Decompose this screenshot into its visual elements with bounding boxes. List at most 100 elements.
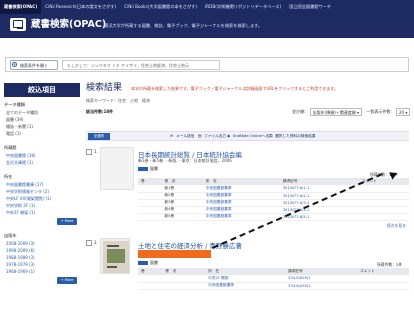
cell [138, 199, 162, 207]
cell [138, 282, 163, 290]
cell: 新5巻 [161, 213, 203, 221]
record-number: 1. [94, 149, 98, 154]
record-number: 2. [94, 240, 98, 245]
record-type: 図書 [150, 260, 158, 265]
sort-select[interactable]: 出版年(降順)＋関連度順 ▾ [309, 108, 363, 116]
page-title: 蔵書検索(OPAC) [31, 19, 107, 30]
filter-item[interactable]: 図書 (39) [4, 116, 80, 123]
open-conditions-button[interactable]: 検索条件を開く [10, 60, 58, 70]
cell [356, 282, 409, 290]
file-export-link[interactable]: ファイル出力 [204, 134, 226, 139]
filter-item[interactable]: 1988-1989 (3) [4, 254, 80, 261]
book-cover-art [103, 241, 129, 273]
location-link[interactable]: 中央図書館書庫 [202, 185, 280, 193]
result-toolbar: 全選択 ✉ メール送信 ▤ ファイル出力 ◉ EndNote Onlineへ出力… [86, 131, 409, 141]
filter-section-title: 所在 [4, 174, 13, 179]
table-row: 新3巻 中央図書館書庫 351/N77-6/3-1 [138, 199, 409, 207]
filter-item[interactable]: 中央LF XX(開架閲覧) (1) [4, 195, 80, 202]
sort-controls: 並び順: 出版年(降順)＋関連度順 ▾ 一覧表示件数: 20 ▾ [292, 108, 413, 116]
filter-header: 絞込項目 [4, 83, 80, 97]
location-link[interactable]: 中央2F 開架 [205, 275, 286, 283]
filter-item[interactable]: 中央図書館書庫 (17) [4, 181, 80, 188]
cell [162, 275, 206, 283]
cell [358, 213, 409, 221]
tab-ndl-search[interactable]: 国立国会図書館サーチ [285, 0, 335, 14]
filter-item[interactable]: 全てのデータ種別 [4, 109, 80, 116]
cell [358, 185, 409, 193]
location-link[interactable]: 中央図書館書庫 [205, 282, 286, 290]
book-cover-image [100, 238, 130, 274]
table-row: 中央図書館書庫 334.6/A55/1 [138, 282, 409, 290]
call-number: 351/N77-6/2-1 [279, 192, 359, 200]
per-page-select[interactable]: 20 ▾ [395, 108, 411, 116]
table-row: 新4巻 中央図書館書庫 351/N77-6/4-1 [138, 206, 409, 214]
filter-section-title: データ種類 [4, 102, 25, 107]
location-link[interactable]: 中央図書館書庫 [202, 213, 280, 221]
filter-item[interactable]: 1968-1969 (1) [4, 268, 80, 275]
record-type: 図書 [150, 166, 158, 171]
tab-opac[interactable]: 蔵書検索(OPAC) [0, 0, 42, 14]
filter-item[interactable]: 電話 (1) [4, 130, 80, 137]
filter-item[interactable]: 中央学術 2F (1) [4, 202, 80, 209]
col-header: 巻 [138, 178, 162, 185]
col-header: 請求記号 [285, 268, 357, 275]
col-header: 巻 [138, 268, 163, 275]
sort-label: 並び順: [292, 109, 306, 114]
table-header-row: 巻 巻 次 所 在 請求記号 コメント [138, 268, 409, 275]
cell [356, 275, 409, 283]
plus-icon: + [12, 62, 17, 67]
tab-irdb[interactable]: IRDB(学術機関リポジトリデータベース) [201, 0, 285, 14]
filter-item[interactable]: 1998-2009 (6) [4, 247, 80, 254]
tab-cinii-research[interactable]: CiNii Research(日本の論文をさがす) [41, 0, 120, 14]
endnote-icon: ◉ [227, 134, 231, 138]
book-type-icon [138, 167, 148, 171]
filter-item[interactable]: 中央図書館 (18) [4, 152, 80, 159]
opac-logo-icon [10, 18, 26, 31]
search-bar: 検索条件を開く + もしかして：ジュウタク トチ ケイザイ，住宅土地経済，住宅土… [5, 57, 409, 72]
call-number: 334.6/A55/1 [285, 275, 357, 283]
tab-cinii-books[interactable]: CiNii Books(大学図書館の本をさがす) [120, 0, 201, 14]
cell: 新3巻 [161, 199, 203, 207]
see-more-link[interactable]: 続きを見る [387, 223, 406, 229]
col-header: 所 在 [202, 178, 280, 185]
record-meta: 新1巻 - 新5巻. - 新版. - 東京：日本統計協会，2006 [138, 158, 232, 163]
col-header: 所 在 [205, 268, 286, 275]
file-icon: ▤ [198, 134, 202, 138]
record-checkbox[interactable] [86, 149, 92, 155]
filter-item[interactable]: 1978-1979 (3) [4, 261, 80, 268]
filter-item[interactable]: 2008-2009 (3) [4, 240, 80, 247]
search-input[interactable]: もしかして：ジュウタク トチ ケイザイ，住宅土地経済，住宅土地元 [62, 60, 220, 70]
cell [358, 192, 409, 200]
filter-item[interactable]: 雑誌・新聞 (1) [4, 123, 80, 130]
cell [138, 275, 163, 283]
per-page-label: 一覧表示件数: [366, 109, 392, 114]
cell [138, 192, 162, 200]
more-button[interactable]: + More [57, 218, 77, 225]
book-type-icon [138, 261, 148, 265]
cell: 新1巻 [161, 185, 203, 193]
holdings-table: 巻 巻 次 所 在 請求記号 コメント 新1巻 中央図書館書庫 351/N77-… [138, 178, 409, 221]
filter-item[interactable]: 中央学術情報センタ (2) [4, 188, 80, 195]
location-link[interactable]: 中央図書館書庫 [202, 192, 280, 200]
select-all-button[interactable]: 全選択 [88, 133, 110, 140]
location-link[interactable]: 中央図書館書庫 [202, 206, 280, 214]
table-row: 新2巻 中央図書館書庫 351/N77-6/2-1 [138, 192, 409, 200]
search-condition-label: 検索条件を開く [20, 63, 48, 68]
result-count: 該当件数:18件 [86, 109, 114, 114]
email-link[interactable]: メール送信 [176, 134, 194, 139]
per-page-value: 20 [398, 110, 405, 115]
search-keywords: 検索キーワード：住宅 土地 経済 [86, 98, 150, 103]
more-button[interactable]: + More [57, 277, 77, 284]
filter-sidebar: データ種類 全てのデータ種別 図書 (39) 雑誌・新聞 (1) 電話 (1) … [4, 98, 80, 284]
endnote-link[interactable]: EndNote Onlineへ出力 [233, 134, 273, 139]
results-note: 本学の所蔵を検索した結果です。電子ブック・電子ジャーナルは詳細画面でURLをクリ… [131, 86, 338, 91]
add-selected-link[interactable]: 選択した資料の検索結果 [275, 134, 316, 139]
filter-item[interactable]: 中央1F 開架 (1) [4, 209, 80, 216]
location-link[interactable]: 中央図書館書庫 [202, 199, 280, 207]
col-header: 巻 次 [161, 178, 203, 185]
filter-item[interactable]: 金沢文庫館 (1) [4, 159, 80, 166]
redaction-bar [138, 250, 211, 258]
results-title: 検索結果 [86, 83, 123, 93]
filter-section-title: 所蔵館 [4, 145, 17, 150]
record-checkbox[interactable] [86, 240, 92, 246]
